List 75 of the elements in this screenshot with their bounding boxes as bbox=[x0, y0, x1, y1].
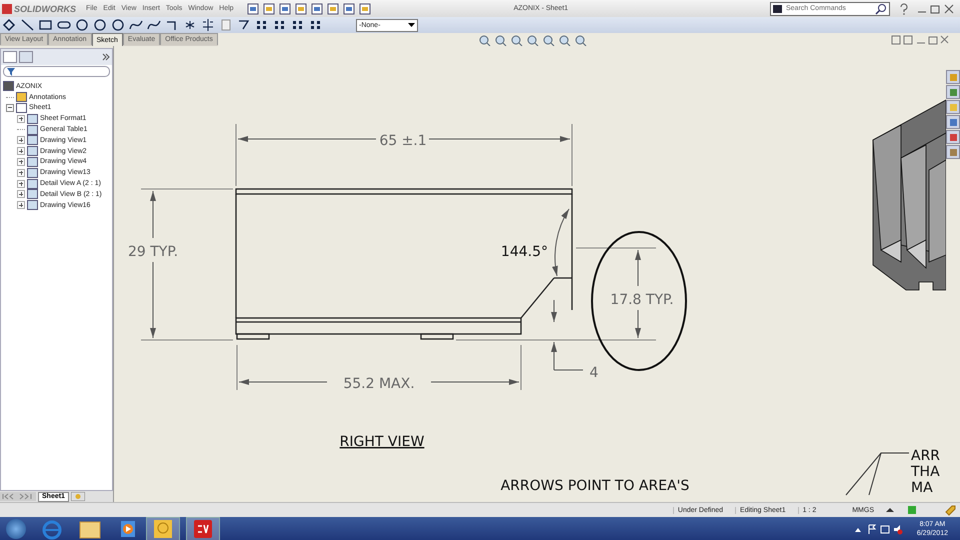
filter-field[interactable] bbox=[3, 66, 110, 77]
toolbar-icon[interactable] bbox=[278, 2, 292, 14]
dimension-text: 55.2 MAX. bbox=[343, 376, 415, 392]
note-text: ARR bbox=[911, 448, 940, 464]
toolbar-icon[interactable] bbox=[294, 2, 308, 14]
taskbar-app-button[interactable] bbox=[186, 516, 220, 540]
extension-line bbox=[520, 344, 522, 390]
expand-toggle[interactable] bbox=[17, 114, 25, 123]
sketch-tool-icon[interactable] bbox=[110, 18, 126, 32]
toolbar-icon[interactable] bbox=[358, 2, 372, 14]
taskbar-app-button[interactable] bbox=[146, 516, 180, 540]
note-text: THA bbox=[911, 464, 940, 480]
view-tool-icon[interactable] bbox=[510, 34, 524, 46]
expand-toggle[interactable] bbox=[17, 168, 25, 177]
task-pane-icon[interactable] bbox=[946, 115, 960, 129]
app-icon bbox=[192, 518, 214, 540]
sketch-tool-icon[interactable] bbox=[146, 18, 162, 32]
dimension-line bbox=[551, 300, 584, 370]
task-pane-icon[interactable] bbox=[946, 130, 960, 144]
dimension-text: 65 ±.1 bbox=[379, 133, 427, 149]
toolbar-icon[interactable] bbox=[262, 2, 276, 14]
view-tool-icon[interactable] bbox=[558, 34, 572, 46]
app-logo[interactable]: SOLIDWORKS bbox=[2, 4, 80, 14]
dimension-text: 4 bbox=[590, 365, 598, 381]
filter-icon bbox=[7, 68, 15, 76]
view-tool-icon[interactable] bbox=[542, 34, 556, 46]
expand-toggle[interactable] bbox=[6, 104, 14, 112]
add-sheet-icon[interactable] bbox=[70, 492, 85, 501]
feature-tree-tab[interactable] bbox=[3, 51, 17, 63]
toolbar-icon[interactable] bbox=[310, 2, 324, 14]
expand-toggle[interactable] bbox=[17, 201, 25, 210]
expand-toggle[interactable] bbox=[17, 180, 25, 188]
sketch-tool-icon[interactable] bbox=[2, 18, 18, 32]
angle-dimension-text: 144.5° bbox=[500, 244, 548, 260]
note-text: MA bbox=[911, 480, 933, 496]
window-controls-icon[interactable] bbox=[916, 2, 956, 14]
sketch-tool-icon[interactable] bbox=[74, 18, 90, 32]
sketch-tool-icon[interactable] bbox=[38, 18, 54, 32]
expand-icon[interactable] bbox=[102, 53, 110, 61]
caret-icon bbox=[408, 22, 415, 28]
tray-icons[interactable] bbox=[852, 522, 903, 534]
help-icon[interactable] bbox=[898, 2, 910, 14]
dimension-text: 29 TYP. bbox=[128, 244, 178, 260]
start-button[interactable] bbox=[6, 518, 26, 538]
sketch-tool-icon[interactable] bbox=[236, 18, 252, 32]
sketch-tool-icon[interactable] bbox=[20, 18, 36, 32]
task-pane-icon[interactable] bbox=[946, 145, 960, 159]
view-tool-icon[interactable] bbox=[494, 34, 508, 46]
toolbar-icon[interactable] bbox=[342, 2, 356, 14]
toolbar-icon[interactable] bbox=[326, 2, 340, 14]
note-text: ARROWS POINT TO AREA'S bbox=[500, 478, 690, 494]
search-icon bbox=[875, 2, 887, 14]
sketch-tool-icon[interactable] bbox=[128, 18, 144, 32]
sketch-tool-icon[interactable] bbox=[92, 18, 108, 32]
property-tab[interactable] bbox=[19, 51, 33, 63]
app-icon bbox=[152, 518, 174, 540]
toolbar-icon[interactable] bbox=[246, 2, 260, 14]
expand-toggle[interactable] bbox=[17, 147, 25, 156]
view-label: RIGHT VIEW bbox=[340, 434, 424, 450]
browser-icon[interactable] bbox=[40, 518, 64, 540]
extension-line bbox=[236, 344, 238, 390]
document-controls-icon[interactable] bbox=[890, 34, 950, 46]
view-tool-icon[interactable] bbox=[478, 34, 492, 46]
dimension-text: 17.8 TYP. bbox=[610, 292, 674, 308]
leader-line bbox=[846, 452, 910, 496]
view-tool-icon[interactable] bbox=[526, 34, 540, 46]
caret-icon[interactable] bbox=[886, 507, 894, 513]
task-pane-icon[interactable] bbox=[946, 85, 960, 99]
view-tool-icon[interactable] bbox=[574, 34, 588, 46]
expand-toggle[interactable] bbox=[17, 190, 25, 198]
logo-icon bbox=[2, 4, 12, 14]
expand-toggle[interactable] bbox=[17, 158, 25, 166]
expand-toggle[interactable] bbox=[17, 136, 25, 144]
angle-arc bbox=[552, 208, 570, 276]
sketch-tool-icon[interactable] bbox=[200, 18, 216, 32]
